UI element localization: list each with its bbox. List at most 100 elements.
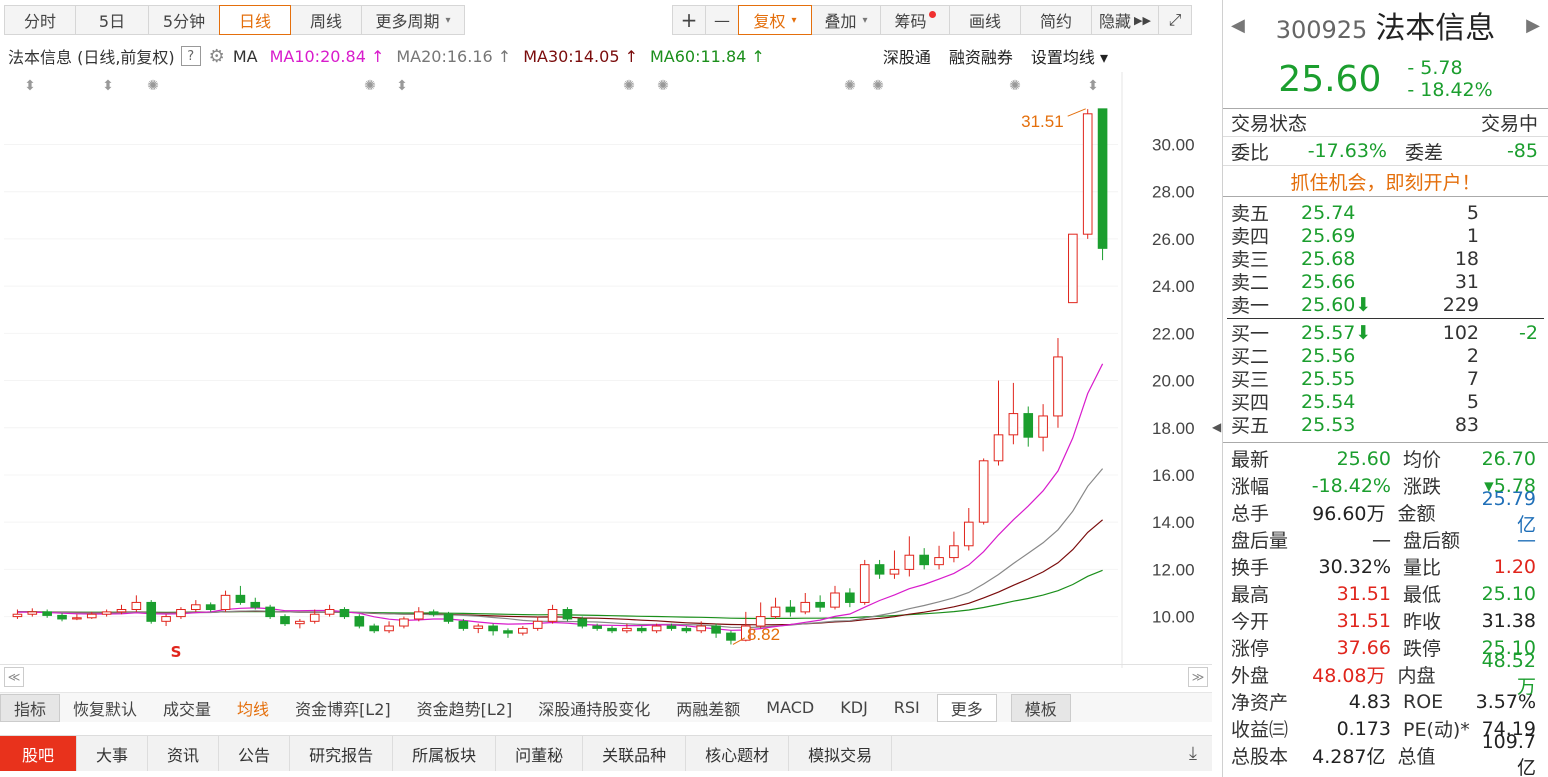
- ask-level-row[interactable]: 卖四 25.69 1: [1223, 224, 1548, 249]
- y-tick-label: 20.00: [1152, 372, 1195, 391]
- tab-macd[interactable]: MACD: [753, 694, 827, 722]
- stat-value: —: [1517, 528, 1536, 551]
- stats-row: 外盘 48.08万 内盘 48.52万: [1223, 650, 1548, 698]
- ask-level-volume: 18: [1454, 247, 1479, 270]
- tab-core-themes[interactable]: 核心题材: [686, 736, 790, 771]
- candle-body: [547, 609, 558, 622]
- bid-level-row[interactable]: 买三 25.55 7: [1223, 367, 1548, 392]
- legend-links: 深股通 融资融券 设置均线 ▾: [883, 44, 1120, 68]
- period-tab-5day[interactable]: 5日: [75, 5, 149, 35]
- kline-chart[interactable]: 30.00 28.00 26.00 24.00 22.00 20.00 18.00 16.00…: [0, 72, 1212, 668]
- event-marker-icon: ⬍: [102, 78, 114, 94]
- weicha-value: -85: [1506, 140, 1538, 162]
- ma20-line: [17, 468, 1104, 629]
- tab-sgt-holding[interactable]: 深股通持股变化: [525, 694, 663, 722]
- stat-label: 今开: [1231, 611, 1270, 633]
- ma60-value: MA60:11.84 ↑: [650, 46, 765, 66]
- help-icon[interactable]: ?: [180, 46, 201, 66]
- zoom-out-button[interactable]: —: [705, 5, 739, 35]
- tab-rsi[interactable]: RSI: [881, 694, 933, 722]
- tab-more[interactable]: 更多: [936, 693, 997, 722]
- candle-body: [116, 609, 127, 613]
- tab-restore-default[interactable]: 恢复默认: [60, 694, 150, 722]
- ask-level-volume: 1: [1466, 224, 1479, 247]
- candle-body: [577, 618, 588, 627]
- candle-body: [904, 554, 915, 570]
- tab-guba[interactable]: 股吧: [0, 736, 78, 771]
- chips-button[interactable]: 筹码: [880, 5, 950, 35]
- stat-label: 量比: [1403, 557, 1442, 579]
- bid-level-row[interactable]: 买一 25.57⬇ 102 -2: [1223, 321, 1548, 346]
- tab-sim-trading[interactable]: 模拟交易: [789, 736, 893, 771]
- hide-button[interactable]: 隐藏 ▶▶: [1091, 5, 1159, 35]
- ask-level-row[interactable]: 卖三 25.68 18: [1223, 247, 1548, 272]
- candle-body: [607, 627, 617, 632]
- scroll-left-icon[interactable]: ≪: [4, 667, 24, 687]
- tab-events[interactable]: 大事: [77, 736, 149, 771]
- next-stock-icon[interactable]: ▶: [1526, 15, 1540, 36]
- simple-mode-button[interactable]: 简约: [1020, 5, 1092, 35]
- scroll-right-icon[interactable]: ≫: [1188, 667, 1208, 687]
- candle-body: [309, 613, 320, 622]
- stat-label: 最低: [1403, 584, 1442, 606]
- tab-news[interactable]: 资讯: [148, 736, 220, 771]
- status-label: 交易状态: [1231, 113, 1308, 135]
- price-change: - 5.78 - 18.42%: [1407, 57, 1492, 101]
- set-ma-dropdown[interactable]: 设置均线 ▾: [1031, 44, 1108, 68]
- ask-level-row[interactable]: 卖二 25.66 31: [1223, 270, 1548, 295]
- tab-announcements[interactable]: 公告: [219, 736, 291, 771]
- tab-sectors[interactable]: 所属板块: [393, 736, 497, 771]
- bottom-tabs: 股吧 大事 资讯 公告 研究报告 所属板块 问董秘 关联品种 核心题材 模拟交易…: [0, 735, 1212, 771]
- trading-status-row: 交易状态 交易中: [1223, 109, 1548, 137]
- open-account-banner[interactable]: 抓住机会，即刻开户！: [1223, 165, 1548, 197]
- period-tab-weekly[interactable]: 周线: [290, 5, 362, 35]
- draw-line-button[interactable]: 画线: [949, 5, 1021, 35]
- ma10-value: MA10:20.84 ↑: [269, 46, 385, 66]
- bid-level-row[interactable]: 买四 25.54 5: [1223, 390, 1548, 415]
- period-tab-fenshi[interactable]: 分时: [4, 5, 76, 35]
- zoom-in-button[interactable]: +: [672, 5, 706, 35]
- tab-template[interactable]: 模板: [1010, 693, 1071, 722]
- candle-body: [518, 627, 528, 634]
- bid-level-row[interactable]: 买二 25.56 2: [1223, 344, 1548, 369]
- tab-related[interactable]: 关联品种: [583, 736, 687, 771]
- ask-level-row[interactable]: 卖一 25.60⬇ 229: [1223, 293, 1548, 318]
- ask-level-price: 25.69: [1301, 224, 1356, 247]
- overlay-dropdown[interactable]: 叠加 ▾: [811, 5, 881, 35]
- stock-name: 法本信息: [1375, 11, 1496, 46]
- period-tab-daily[interactable]: 日线: [219, 5, 291, 35]
- candle-body: [473, 625, 484, 629]
- candle-body: [399, 618, 409, 627]
- period-tab-5min[interactable]: 5分钟: [148, 5, 220, 35]
- more-periods-dropdown[interactable]: 更多周期 ▾: [361, 5, 465, 35]
- tab-ask-secretary[interactable]: 问董秘: [496, 736, 584, 771]
- candle-body: [651, 625, 662, 632]
- candle-body: [830, 592, 840, 608]
- tab-fund-trend[interactable]: 资金趋势[L2]: [404, 694, 526, 722]
- fuquan-dropdown[interactable]: 复权 ▾: [738, 5, 812, 35]
- gear-icon[interactable]: ⚙: [209, 46, 225, 67]
- tab-research[interactable]: 研究报告: [290, 736, 394, 771]
- tab-indicators[interactable]: 指标: [0, 693, 61, 722]
- candle-body: [57, 614, 67, 620]
- stat-value: 4.287亿: [1312, 746, 1386, 768]
- fullscreen-icon[interactable]: ⤢: [1158, 5, 1192, 35]
- chart-scrollbar[interactable]: ≪ ≫: [0, 664, 1212, 688]
- bid-level-volume: 5: [1466, 390, 1479, 413]
- ask-level-row[interactable]: 卖五 25.74 5: [1223, 201, 1548, 226]
- tab-ma[interactable]: 均线: [224, 694, 282, 722]
- candle-body: [265, 606, 275, 618]
- ask-level-price: 25.60⬇: [1301, 293, 1372, 316]
- tab-volume[interactable]: 成交量: [150, 694, 224, 722]
- collapse-panel-icon[interactable]: ◀: [1212, 420, 1222, 444]
- stat-label: 金额: [1397, 503, 1436, 525]
- tab-margin-diff[interactable]: 两融差额: [663, 694, 753, 722]
- download-icon[interactable]: ⤓: [1174, 736, 1212, 771]
- link-margin-trading[interactable]: 融资融券: [949, 44, 1013, 68]
- tab-fund-game[interactable]: 资金博弈[L2]: [282, 694, 404, 722]
- bid-level-row[interactable]: 买五 25.53 83: [1223, 413, 1548, 438]
- tab-kdj[interactable]: KDJ: [827, 694, 881, 722]
- link-shenguotong[interactable]: 深股通: [883, 44, 931, 68]
- stat-value: 31.38: [1481, 609, 1536, 632]
- prev-stock-icon[interactable]: ◀: [1231, 15, 1245, 36]
